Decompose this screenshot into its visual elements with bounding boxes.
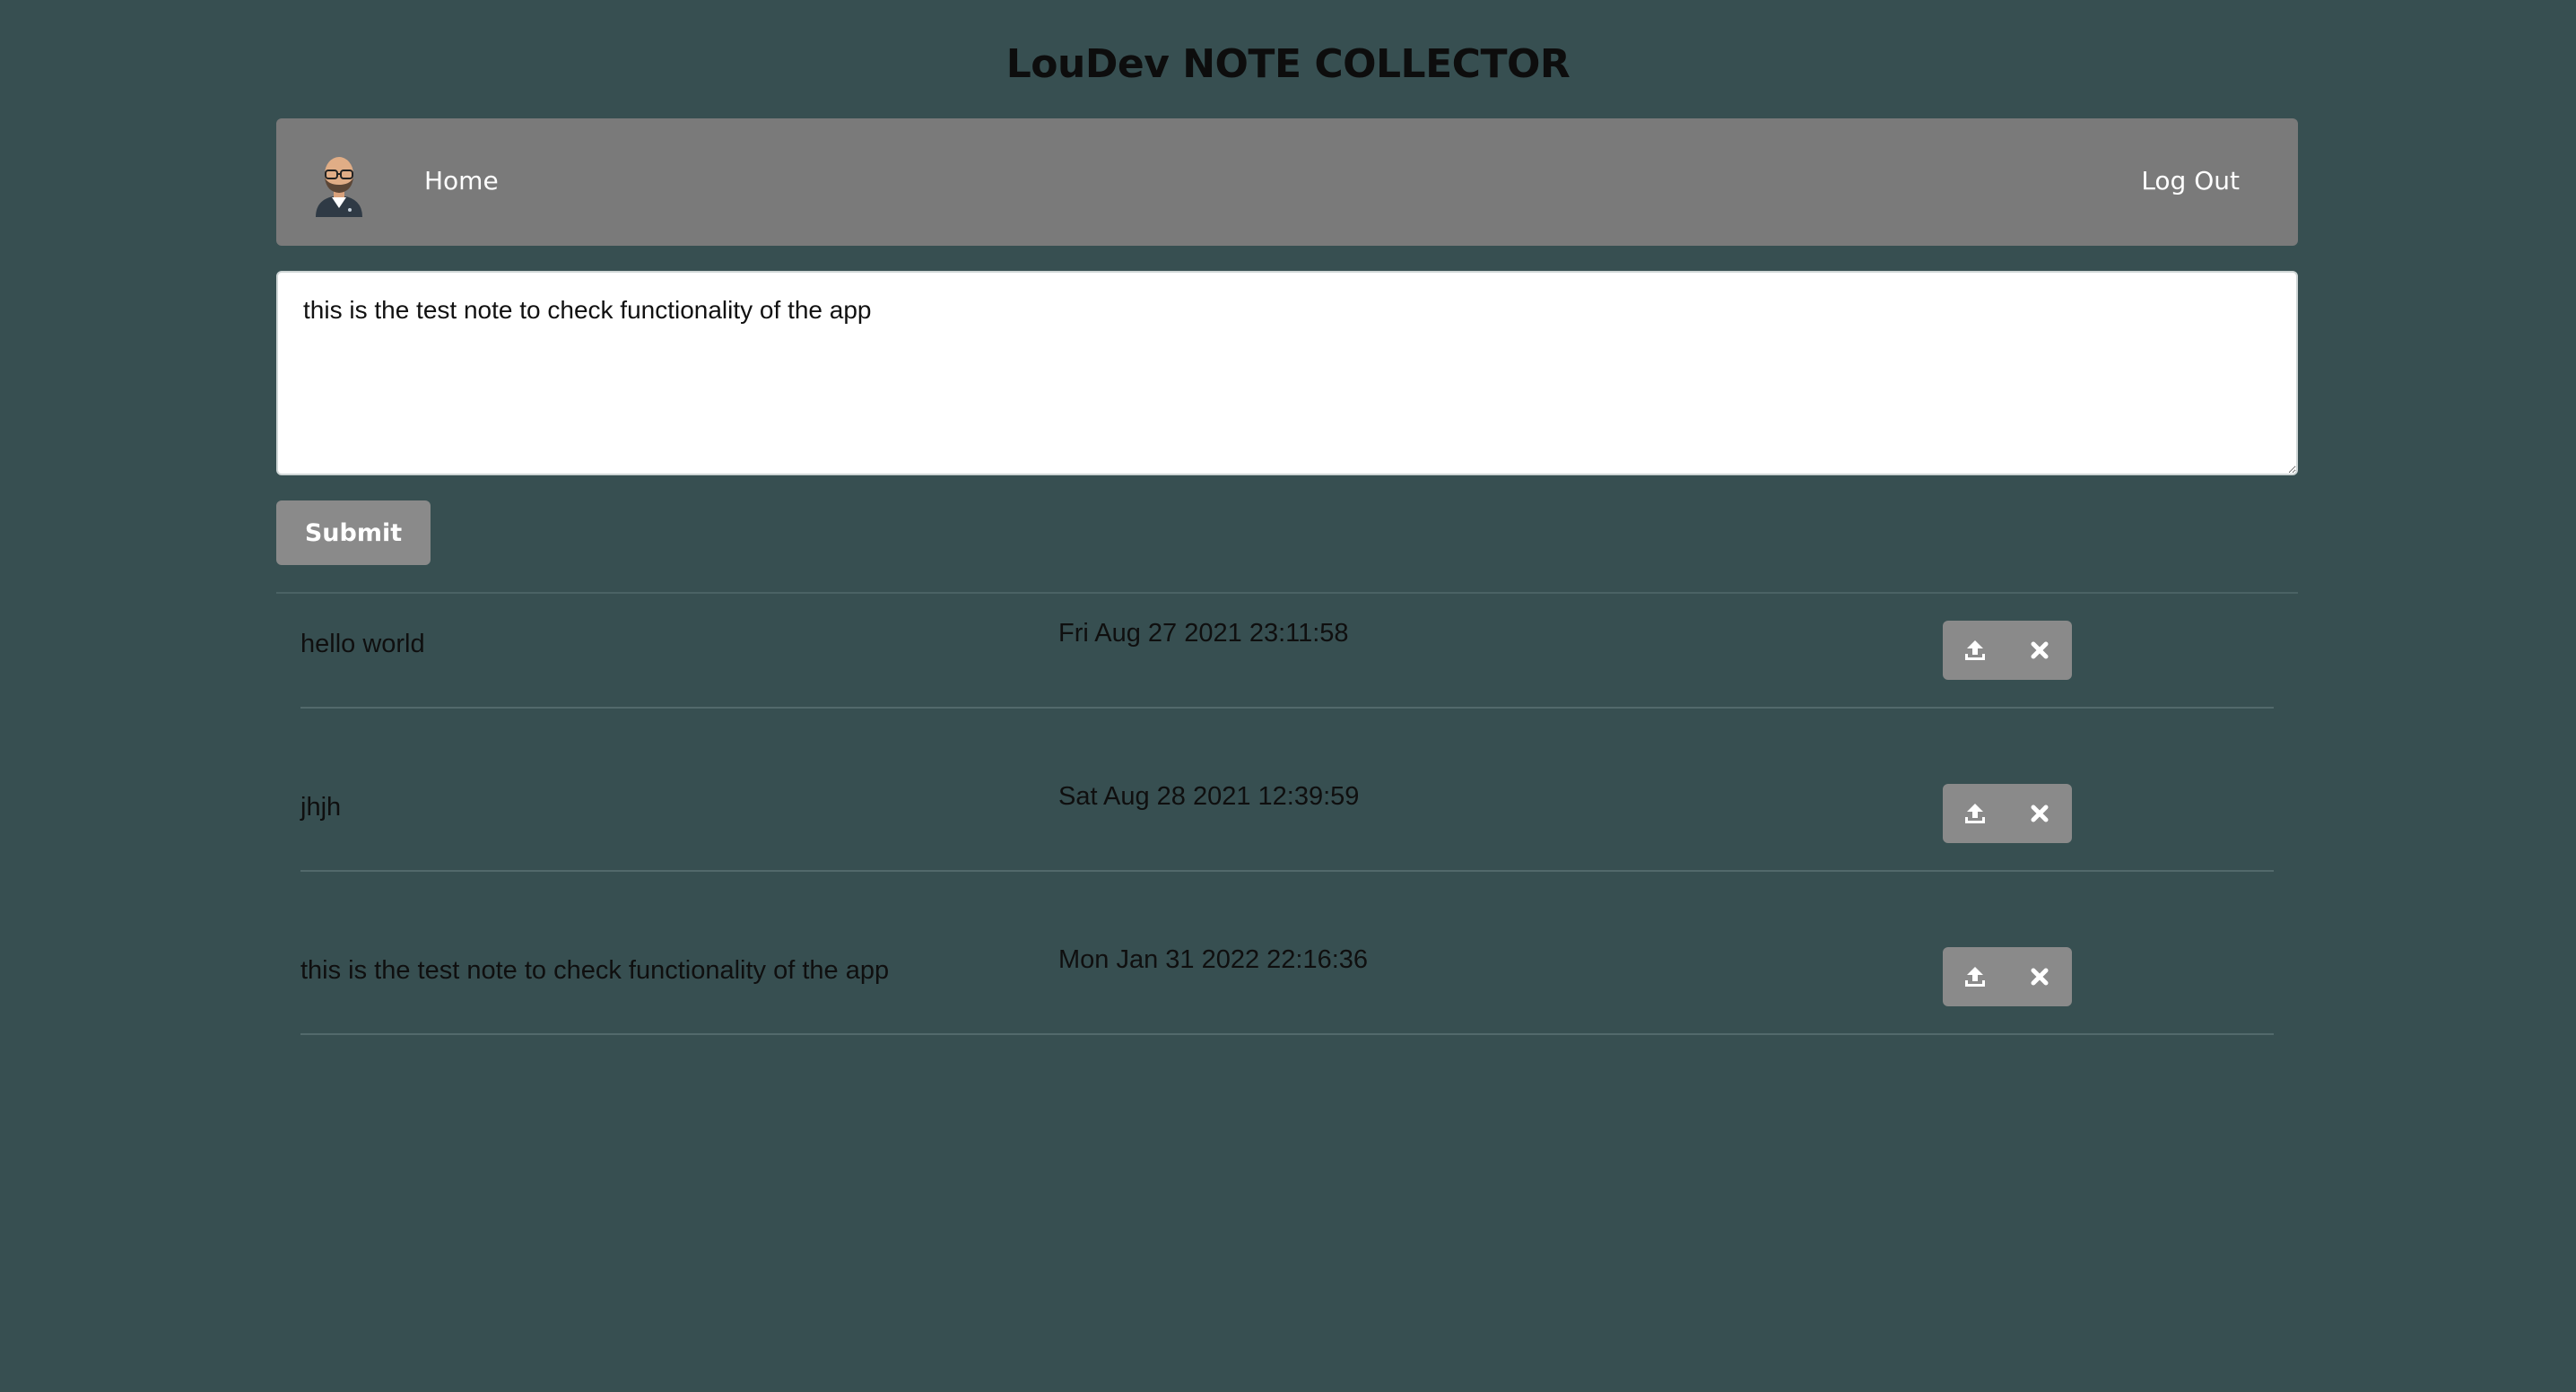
close-icon — [2031, 968, 2049, 986]
note-row: this is the test note to check functiona… — [300, 920, 2274, 1035]
delete-note-button[interactable] — [2007, 947, 2072, 1006]
note-input[interactable]: this is the test note to check functiona… — [276, 271, 2298, 475]
note-date: Fri Aug 27 2021 23:11:58 — [1058, 619, 1349, 648]
note-actions — [1943, 784, 2072, 843]
note-row: jhjh Sat Aug 28 2021 12:39:59 — [300, 757, 2274, 872]
update-note-button[interactable] — [1943, 947, 2007, 1006]
note-actions — [1943, 621, 2072, 680]
note-date: Sat Aug 28 2021 12:39:59 — [1058, 782, 1360, 811]
avatar-icon[interactable] — [310, 152, 368, 217]
upload-icon — [1965, 804, 1985, 823]
upload-icon — [1965, 640, 1985, 660]
note-text: jhjh — [300, 793, 342, 822]
delete-note-button[interactable] — [2007, 784, 2072, 843]
note-row: hello world Fri Aug 27 2021 23:11:58 — [300, 594, 2274, 709]
note-text: hello world — [300, 630, 425, 658]
page-title: LouDev NOTE COLLECTOR — [1005, 41, 1571, 87]
navbar: Home Log Out — [276, 118, 2298, 246]
delete-note-button[interactable] — [2007, 621, 2072, 680]
nav-logout-link[interactable]: Log Out — [2141, 163, 2240, 199]
submit-button[interactable]: Submit — [276, 500, 431, 565]
note-actions — [1943, 947, 2072, 1006]
close-icon — [2031, 641, 2049, 659]
note-date: Mon Jan 31 2022 22:16:36 — [1058, 945, 1369, 974]
note-text: this is the test note to check functiona… — [300, 956, 890, 985]
close-icon — [2031, 805, 2049, 822]
nav-home-link[interactable]: Home — [424, 163, 499, 199]
update-note-button[interactable] — [1943, 621, 2007, 680]
upload-icon — [1965, 967, 1985, 987]
update-note-button[interactable] — [1943, 784, 2007, 843]
